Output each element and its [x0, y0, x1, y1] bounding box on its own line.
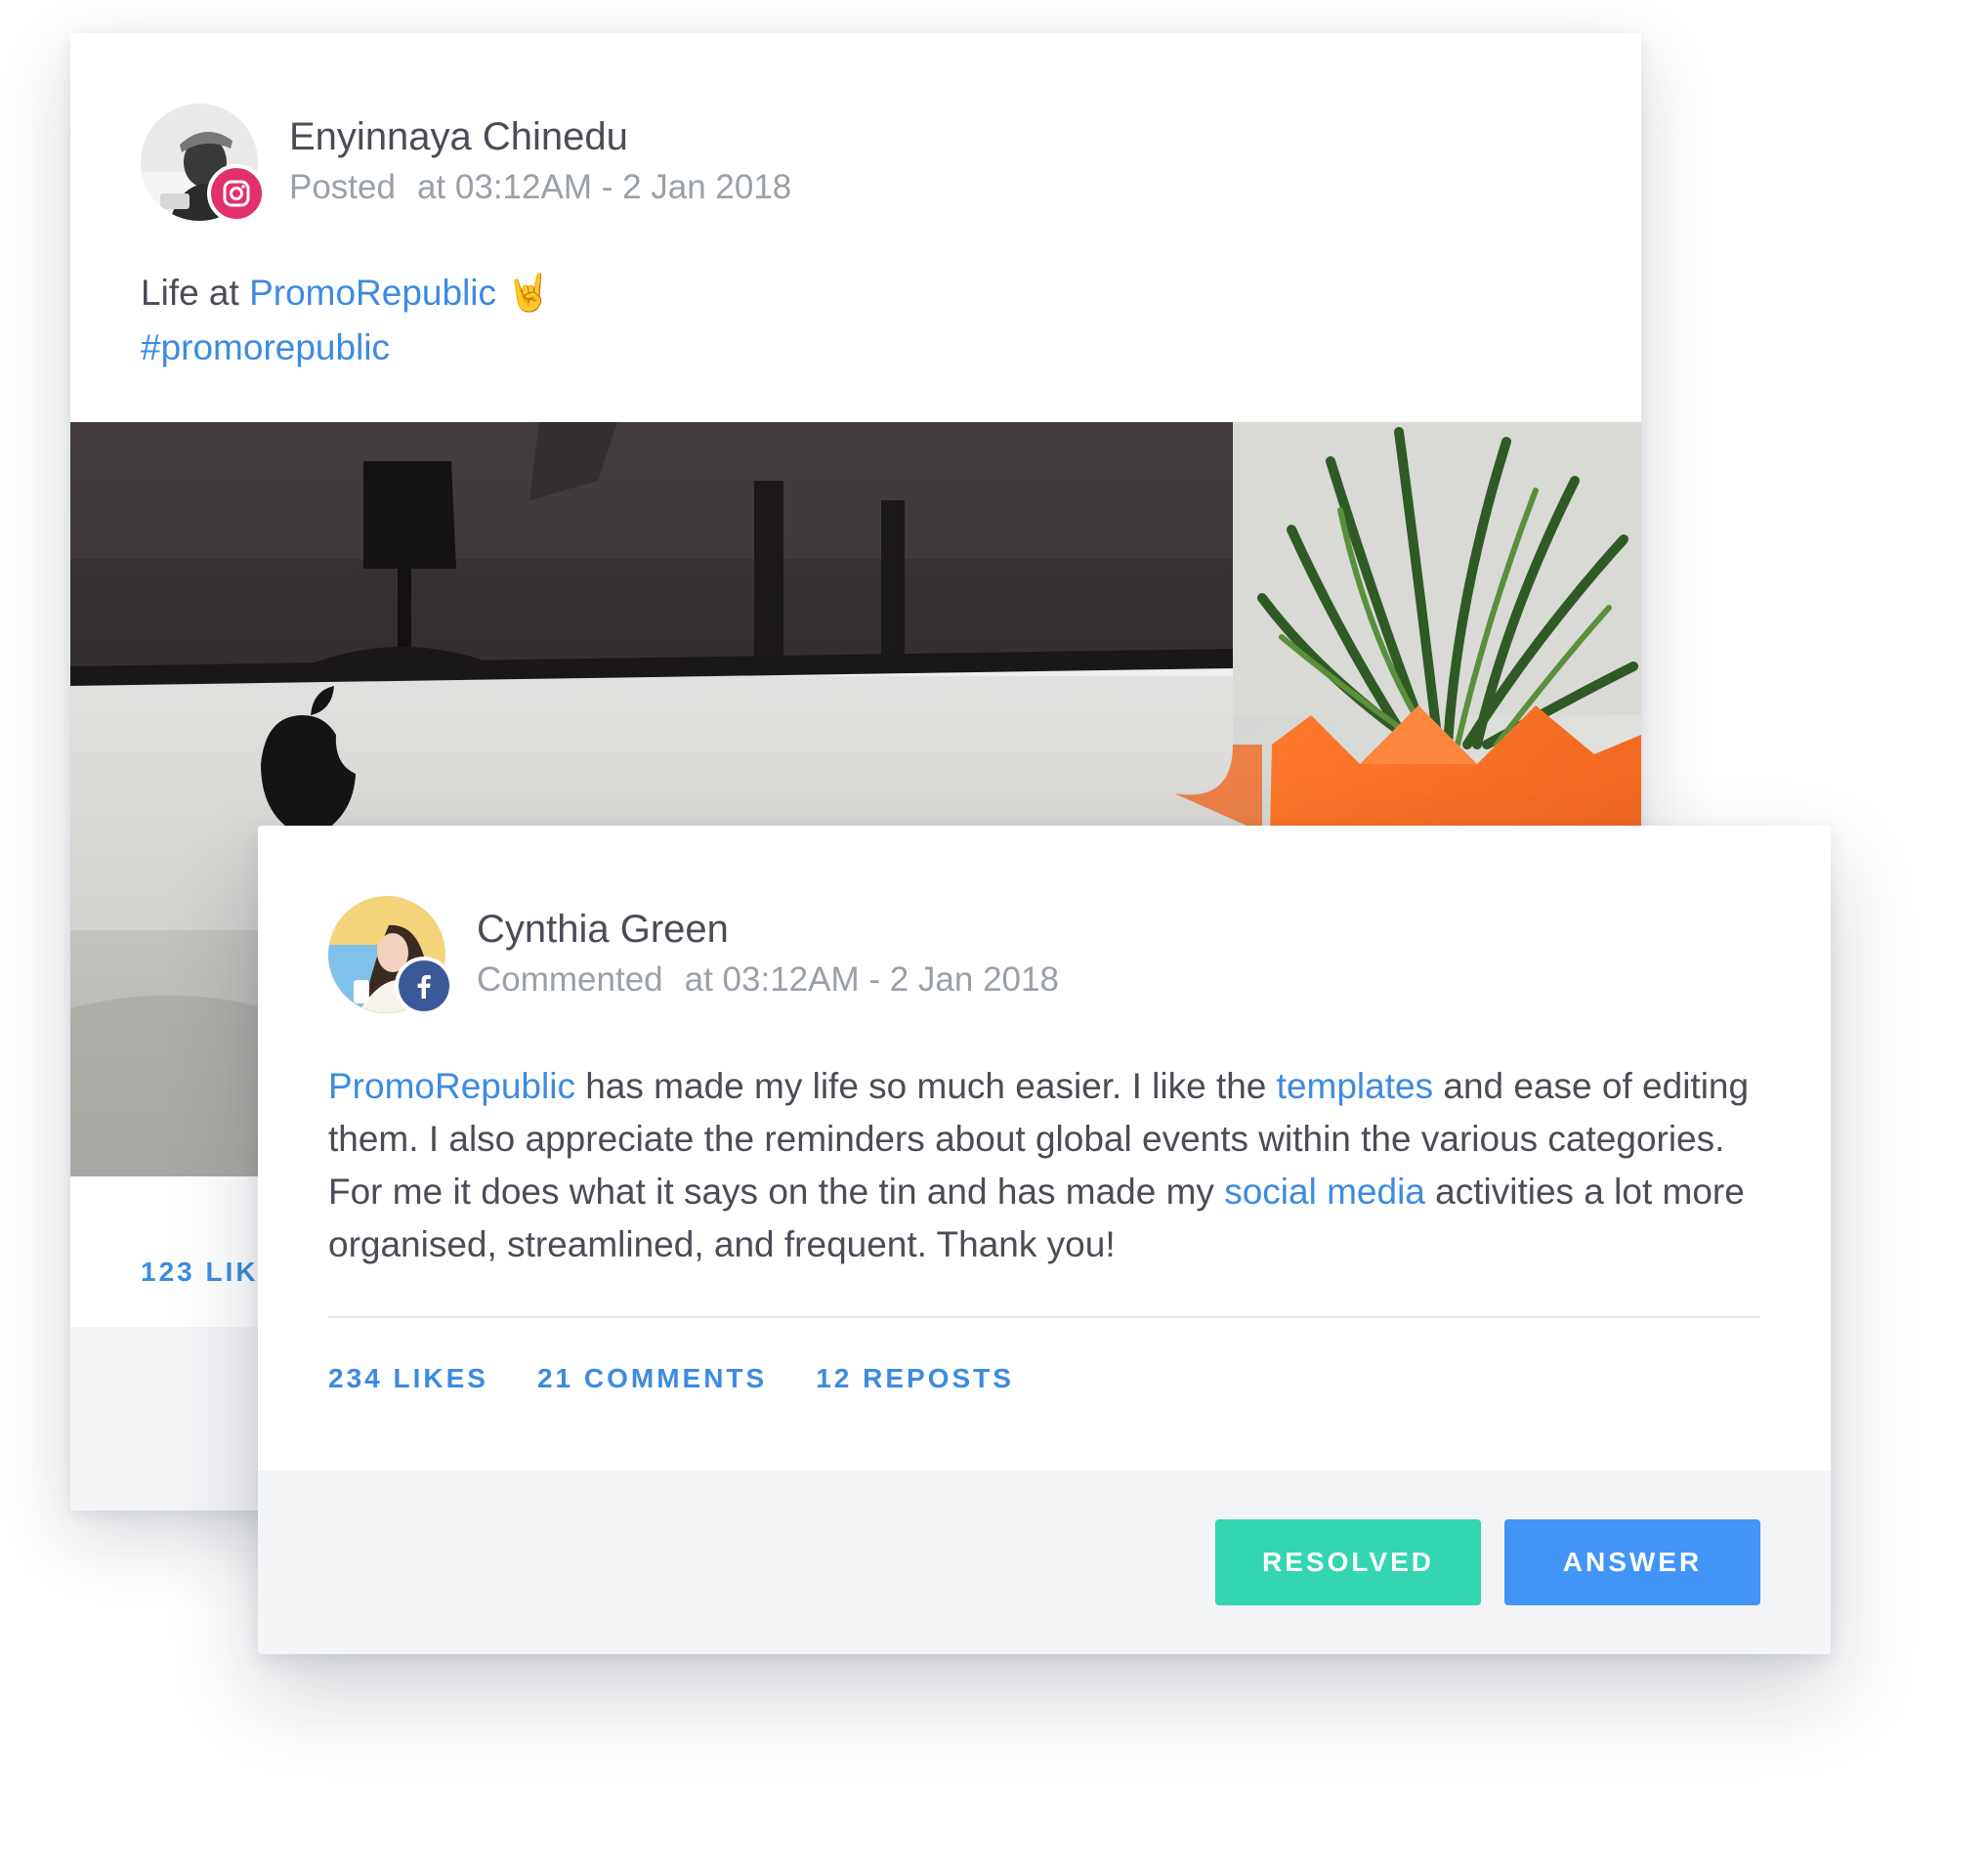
facebook-icon [395, 957, 453, 1015]
likes-stat[interactable]: 234 LIKES [328, 1363, 488, 1394]
resolved-button[interactable]: RESOLVED [1215, 1519, 1481, 1605]
rock-hand-emoji: 🤘 [506, 273, 552, 313]
author-name[interactable]: Enyinnaya Chinedu [289, 111, 791, 162]
post-text-prefix: Life at [141, 273, 250, 313]
author-meta: Cynthia Green Commented at 03:12AM - 2 Ja… [477, 896, 1059, 1003]
post-text-line-2: #promorepublic [141, 320, 551, 375]
comment-timestamp: at 03:12AM - 2 Jan 2018 [684, 960, 1059, 999]
post-timestamp: at 03:12AM - 2 Jan 2018 [416, 168, 792, 206]
comment-card: Cynthia Green Commented at 03:12AM - 2 Ja… [258, 826, 1831, 1654]
comment-timestamp-line: Commented at 03:12AM - 2 Jan 2018 [477, 957, 1059, 1003]
comment-footer: RESOLVED ANSWER [258, 1471, 1831, 1654]
templates-link[interactable]: templates [1277, 1066, 1433, 1106]
post-action: Posted [289, 168, 396, 206]
comment-author: Cynthia Green Commented at 03:12AM - 2 Ja… [328, 896, 1059, 1015]
social-media-link[interactable]: social media [1224, 1172, 1425, 1212]
avatar[interactable] [328, 896, 453, 1015]
answer-button[interactable]: ANSWER [1504, 1519, 1760, 1605]
comment-stats: 234 LIKES 21 COMMENTS 12 REPOSTS [328, 1363, 1063, 1394]
comment-text-part-1: has made my life so much easier. I like … [574, 1066, 1277, 1106]
author-name[interactable]: Cynthia Green [477, 904, 1059, 955]
author-meta: Enyinnaya Chinedu Posted at 03:12AM - 2 J… [289, 104, 791, 211]
post-text-line-1: Life at PromoRepublic 🤘 [141, 266, 551, 320]
reposts-stat[interactable]: 12 REPOSTS [816, 1363, 1014, 1394]
post-author: Enyinnaya Chinedu Posted at 03:12AM - 2 J… [141, 104, 791, 223]
stage: Enyinnaya Chinedu Posted at 03:12AM - 2 J… [0, 0, 1987, 1876]
instagram-icon [207, 164, 266, 223]
post-timestamp-line: Posted at 03:12AM - 2 Jan 2018 [289, 164, 791, 211]
avatar[interactable] [141, 104, 266, 223]
divider [328, 1316, 1760, 1318]
hashtag-link[interactable]: #promorepublic [141, 327, 390, 367]
comment-action: Commented [477, 960, 663, 999]
post-text: Life at PromoRepublic 🤘 #promorepublic [141, 266, 551, 375]
post-likes-stat[interactable]: 123 LIK [141, 1257, 259, 1288]
comments-stat[interactable]: 21 COMMENTS [537, 1363, 767, 1394]
brand-link[interactable]: PromoRepublic [249, 273, 496, 313]
comment-text: PromoRepublic has made my life so much e… [328, 1060, 1774, 1271]
brand-link[interactable]: PromoRepublic [328, 1066, 575, 1106]
